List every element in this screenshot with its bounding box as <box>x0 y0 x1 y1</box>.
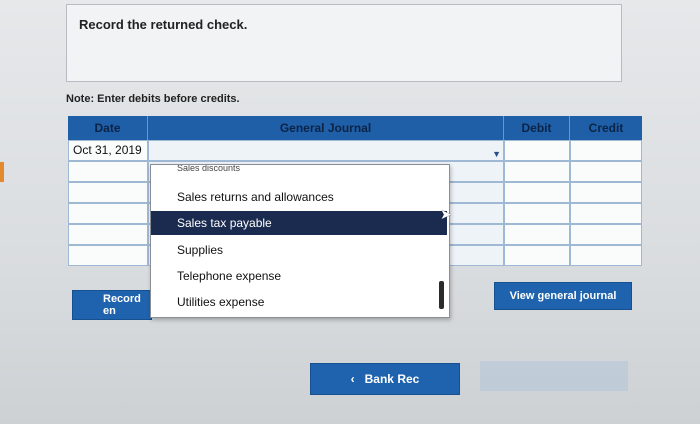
bank-rec-label: Bank Rec <box>364 372 420 386</box>
debit-input[interactable] <box>504 182 570 203</box>
date-cell[interactable] <box>68 203 148 224</box>
debit-input[interactable] <box>504 203 570 224</box>
note-text: Note: Enter debits before credits. <box>66 93 240 105</box>
dropdown-scrollbar[interactable] <box>439 281 444 309</box>
debit-input[interactable] <box>504 161 570 182</box>
credit-input[interactable] <box>570 203 642 224</box>
dropdown-item-partial[interactable]: Sales discounts <box>151 165 447 175</box>
credit-input[interactable] <box>570 224 642 245</box>
credit-input[interactable] <box>570 161 642 182</box>
header-credit: Credit <box>570 116 642 140</box>
bank-rec-button[interactable]: ‹ Bank Rec <box>310 363 460 395</box>
debit-input[interactable] <box>504 140 570 161</box>
screen: Record the returned check. Note: Enter d… <box>0 0 700 424</box>
account-dropdown-list[interactable]: Sales discounts Sales returns and allowa… <box>150 164 450 318</box>
edge-marker <box>0 162 4 182</box>
next-button-disabled <box>480 361 628 391</box>
date-cell[interactable] <box>68 161 148 182</box>
instruction-box: Record the returned check. <box>66 4 622 82</box>
date-cell[interactable] <box>68 182 148 203</box>
header-date: Date <box>68 116 148 140</box>
date-cell[interactable]: Oct 31, 2019 <box>68 140 148 161</box>
dropdown-item[interactable]: Sales returns and allowances <box>151 185 447 209</box>
date-cell[interactable] <box>68 224 148 245</box>
header-debit: Debit <box>504 116 570 140</box>
chevron-left-icon: ‹ <box>350 372 355 386</box>
mouse-pointer-icon: ➤ <box>440 206 452 222</box>
view-general-journal-button[interactable]: View general journal <box>494 282 632 310</box>
credit-input[interactable] <box>570 182 642 203</box>
record-entry-button[interactable]: Record en <box>72 290 152 320</box>
debit-input[interactable] <box>504 245 570 266</box>
header-general-journal: General Journal <box>148 116 504 140</box>
table-row: Oct 31, 2019 ▼ <box>68 140 642 161</box>
date-cell[interactable] <box>68 245 148 266</box>
instruction-text: Record the returned check. <box>79 17 248 32</box>
dropdown-item[interactable]: Utilities expense <box>151 290 447 314</box>
credit-input[interactable] <box>570 140 642 161</box>
dropdown-item[interactable]: Supplies <box>151 238 447 262</box>
account-select[interactable]: ▼ <box>148 140 504 161</box>
debit-input[interactable] <box>504 224 570 245</box>
dropdown-item[interactable]: Telephone expense <box>151 264 447 288</box>
dropdown-item-selected[interactable]: Sales tax payable <box>151 211 447 235</box>
credit-input[interactable] <box>570 245 642 266</box>
